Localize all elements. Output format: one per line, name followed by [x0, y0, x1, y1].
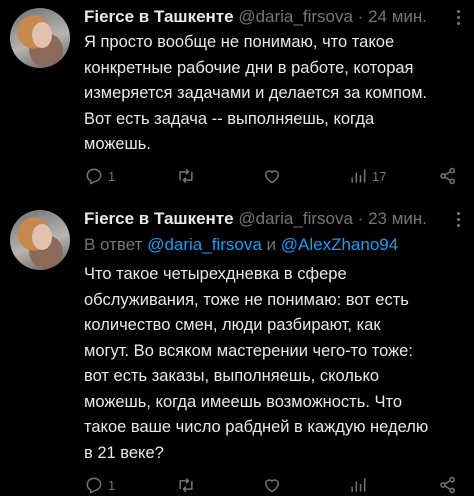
retweet-icon — [179, 168, 193, 184]
reply-button[interactable]: 1 — [84, 165, 115, 187]
like-button[interactable] — [262, 165, 286, 187]
reply-button[interactable]: 1 — [84, 474, 115, 496]
tweet-time[interactable]: 23 мин. — [368, 209, 427, 228]
views-button[interactable]: 17 — [348, 165, 386, 187]
text-line: конкретные рабочие дни в работе, которая — [84, 58, 414, 77]
mention-link[interactable]: @daria_firsova — [147, 235, 262, 254]
tweet-time[interactable]: 24 мин. — [368, 7, 427, 26]
text-line: Что такое четырехдневка в сфере — [84, 265, 347, 283]
views-count: 17 — [372, 168, 387, 184]
more-options-icon[interactable] — [450, 7, 466, 27]
text-line: Вот есть задача -- выполняешь, когда — [84, 109, 375, 128]
avatar-face — [32, 22, 52, 48]
reply-to-line: В ответ @daria_firsova и @AlexZhano94 — [84, 234, 398, 256]
reply-count: 1 — [108, 477, 116, 493]
text-line: могут. Во всяком мастерении чего-то тоже… — [84, 341, 413, 360]
text-line: можешь, когда имеешь возможность. Что — [84, 392, 403, 411]
avatar-face — [32, 224, 52, 250]
share-icon — [440, 476, 455, 494]
more-options-icon[interactable] — [450, 209, 466, 229]
retweet-icon — [179, 477, 193, 493]
reply-count: 1 — [108, 168, 116, 184]
tweet-actions: 1 — [84, 474, 464, 496]
views-button[interactable] — [348, 474, 368, 496]
tweet-text: Что такое четырехдневка в сфере обслужив… — [84, 262, 466, 466]
separator-dot: · — [357, 209, 364, 228]
share-icon — [440, 167, 455, 185]
share-button[interactable] — [438, 474, 458, 496]
text-line: можешь. — [84, 135, 151, 153]
text-line: в 21 веке? — [84, 443, 164, 462]
like-button[interactable] — [262, 474, 282, 496]
tweet-actions: 1 17 — [84, 165, 464, 187]
reply-to-conjunction: и — [266, 235, 277, 254]
author-name[interactable]: Fierce в Ташкенте — [84, 7, 234, 26]
tweet-header: Fierce в Ташкенте @daria_firsova · 23 ми… — [84, 209, 427, 229]
author-handle[interactable]: @daria_firsova — [238, 7, 353, 26]
tweet-header: Fierce в Ташкенте @daria_firsova · 24 ми… — [84, 7, 427, 27]
retweet-button[interactable] — [176, 165, 200, 187]
separator-dot: · — [357, 7, 364, 26]
views-icon — [351, 478, 366, 492]
text-line: такое ваше число рабдней в каждую неделю — [84, 418, 429, 436]
reply-to-prefix: В ответ — [84, 235, 143, 254]
author-handle[interactable]: @daria_firsova — [238, 209, 353, 228]
reply-icon — [86, 168, 102, 185]
author-name[interactable]: Fierce в Ташкенте — [84, 209, 234, 228]
reply-icon — [86, 477, 102, 494]
heart-icon — [264, 170, 280, 184]
text-line: обслуживания, тоже не понимаю: вот есть — [84, 290, 409, 309]
views-icon — [351, 169, 366, 183]
tweet-1[interactable]: Fierce в Ташкенте @daria_firsova · 24 ми… — [0, 0, 474, 200]
share-button[interactable] — [438, 165, 458, 187]
heart-icon — [264, 479, 280, 493]
text-line: измеряется задачами и делается за компом… — [84, 84, 428, 102]
text-line: вот есть заказы, выполняешь, сколько — [84, 367, 380, 385]
tweet-2[interactable]: Fierce в Ташкенте @daria_firsova · 23 ми… — [0, 200, 474, 494]
mention-link[interactable]: @AlexZhano94 — [281, 235, 398, 254]
text-line: Я просто вообще не понимаю, что такое — [84, 33, 395, 51]
avatar[interactable] — [10, 210, 70, 270]
tweet-text: Я просто вообще не понимаю, что такое ко… — [84, 30, 466, 158]
avatar[interactable] — [10, 8, 70, 68]
retweet-button[interactable] — [176, 474, 196, 496]
text-line: количество смен, люди разбирают, как — [84, 316, 381, 334]
